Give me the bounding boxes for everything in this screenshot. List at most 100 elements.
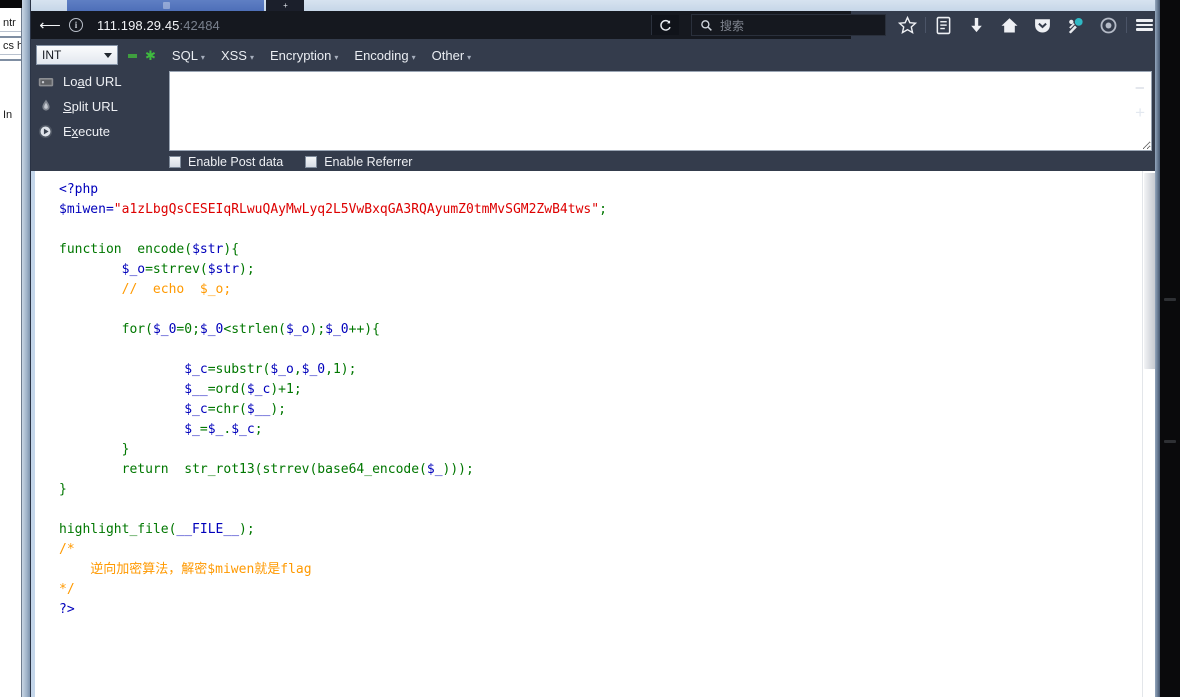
hackbar-url-textarea[interactable]	[169, 71, 1152, 151]
page-scrollbar-thumb[interactable]	[1144, 173, 1155, 369]
code-token: $_	[426, 462, 443, 477]
code-line: $__=ord($_c)+1;	[59, 380, 1134, 400]
account-circle-icon[interactable]	[1092, 11, 1125, 39]
zoom-in-button[interactable]: +	[1135, 103, 1145, 123]
extension-icon[interactable]	[1059, 11, 1092, 39]
new-tab-button[interactable]: +	[266, 0, 304, 11]
hamburger-bar-3	[1136, 28, 1153, 31]
url-text: 111.198.29.45:42484	[97, 18, 220, 33]
hackbar-menu-sql[interactable]: SQL ▾	[172, 48, 205, 63]
code-token: =	[199, 422, 208, 437]
code-token: =0;	[176, 322, 200, 337]
url-port: :42484	[179, 17, 220, 33]
hackbar-type-select[interactable]: INT	[36, 45, 118, 65]
info-icon: i	[69, 18, 83, 32]
hackbar-menu-xss[interactable]: XSS ▾	[221, 48, 254, 63]
code-token: $_c	[246, 382, 271, 397]
code-token: $_c	[231, 422, 255, 437]
code-token: highlight_file(	[59, 522, 177, 537]
reload-button[interactable]	[651, 15, 679, 35]
hackbar-menu-other[interactable]: Other ▾	[432, 48, 472, 63]
enable-referrer-checkbox[interactable]: Enable Referrer	[305, 155, 412, 169]
page-scrollbar[interactable]	[1142, 171, 1155, 697]
chevron-down-icon	[104, 53, 112, 58]
code-token: $_0	[199, 322, 224, 337]
enable-post-data-checkbox[interactable]: Enable Post data	[169, 155, 283, 169]
code-token: ;	[599, 202, 607, 217]
execute-label: Execute	[63, 124, 110, 139]
home-icon[interactable]	[993, 11, 1026, 39]
code-token: "a1zLbgQsCESEIqRLwuQAyMwLyq2L5VwBxqGA3RQ…	[113, 202, 600, 217]
chevron-down-icon: ▾	[411, 52, 416, 62]
code-line: $miwen="a1zLbgQsCESEIqRLwuQAyMwLyq2L5VwB…	[59, 200, 1134, 220]
hackbar-menu-encryption[interactable]: Encryption ▾	[270, 48, 338, 63]
code-token: ,	[293, 362, 302, 377]
minus-icon[interactable]	[128, 54, 137, 58]
code-token: __FILE__	[176, 522, 240, 537]
pocket-icon[interactable]	[1026, 11, 1059, 39]
bgw-fragment-2: cs h	[0, 38, 21, 55]
toolbar-separator-2	[1126, 17, 1127, 33]
browser-window: + ⟵ i 111.198.29.45:42484 搜索 INT ✱ SQL ▾…	[30, 0, 1155, 697]
hackbar-menu-encoding[interactable]: Encoding ▾	[354, 48, 415, 63]
hackbar-panel: INT ✱ SQL ▾ XSS ▾ Encryption ▾ Encoding …	[31, 39, 1155, 171]
code-token: =ord(	[207, 382, 247, 397]
tab-favicon-icon	[163, 2, 170, 9]
back-button[interactable]: ⟵	[37, 13, 63, 37]
code-token: $miwen=	[59, 202, 114, 217]
zoom-out-button[interactable]: –	[1136, 79, 1144, 96]
code-token: $_0	[325, 322, 349, 337]
code-token: $_	[207, 422, 224, 437]
chevron-down-icon: ▾	[249, 52, 254, 62]
tab-active[interactable]	[67, 0, 264, 11]
chevron-down-icon: ▾	[334, 52, 339, 62]
search-placeholder: 搜索	[720, 18, 745, 33]
hamburger-menu-icon[interactable]	[1128, 11, 1155, 39]
code-token: str_rot13(strrev(base64_encode(	[168, 462, 427, 477]
bgw-blank	[0, 61, 21, 107]
background-window-sliver[interactable]: ntr cs h In	[0, 8, 22, 697]
site-info-button[interactable]: i	[63, 13, 89, 37]
search-input[interactable]: 搜索	[691, 14, 886, 36]
code-line: highlight_file(__FILE__);	[59, 520, 1134, 540]
code-line: $_c=substr($_o,$_0,1);	[59, 360, 1134, 380]
code-token: $_	[184, 422, 200, 437]
browser-toolbar-icons	[891, 11, 1155, 39]
enable-post-data-label: Enable Post data	[188, 155, 284, 169]
load-url-button[interactable]: Load URL	[31, 69, 163, 94]
code-token: $str	[192, 242, 224, 257]
code-token: $_0	[301, 362, 326, 377]
search-icon	[701, 19, 712, 31]
code-line: /*	[59, 540, 1134, 560]
code-line: ?>	[59, 600, 1134, 620]
code-line: }	[59, 440, 1134, 460]
split-url-button[interactable]: Split URL	[31, 94, 163, 119]
bgw-fragment-3: In	[3, 109, 13, 121]
chevron-down-icon: ▾	[467, 52, 472, 62]
code-token: ,1);	[325, 362, 357, 377]
code-line: }	[59, 480, 1134, 500]
hackbar-menu-sql-label: SQL	[171, 47, 198, 63]
code-token: $_c	[184, 402, 208, 417]
load-url-icon	[37, 74, 54, 90]
reader-list-icon[interactable]	[927, 11, 960, 39]
downloads-icon[interactable]	[960, 11, 993, 39]
code-line: $_=$_.$_c;	[59, 420, 1134, 440]
code-token: ?>	[59, 602, 75, 617]
code-token: ){	[223, 242, 240, 257]
asterisk-icon[interactable]: ✱	[145, 49, 156, 62]
code-token: =chr(	[207, 402, 247, 417]
bgw-spacer	[0, 8, 21, 15]
execute-button[interactable]: Execute	[31, 119, 163, 144]
split-url-icon	[37, 99, 54, 115]
code-line: <?php	[59, 180, 1134, 200]
code-token: );	[239, 262, 255, 277]
bookmark-star-icon[interactable]	[891, 11, 924, 39]
hackbar-checkbox-row: Enable Post data Enable Referrer	[169, 153, 434, 171]
load-url-label: Load URL	[63, 74, 122, 89]
